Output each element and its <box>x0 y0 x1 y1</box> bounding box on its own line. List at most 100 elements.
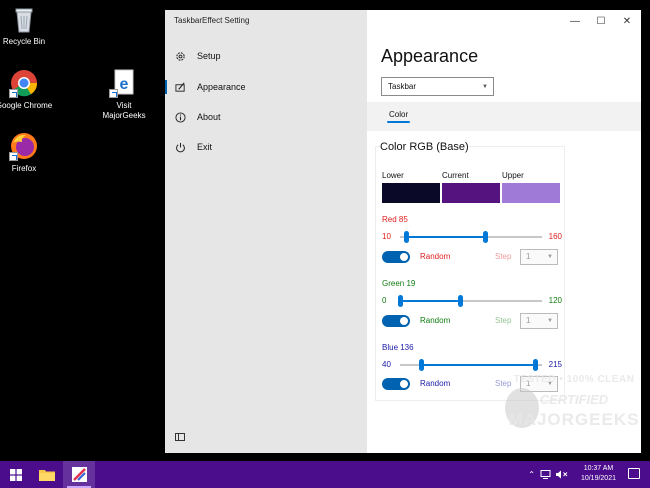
nav-item-appearance[interactable]: Appearance <box>165 75 367 99</box>
gear-icon <box>174 50 186 62</box>
windows-taskbar: ⌃ 10:37 AM 10/19/2021 <box>0 461 650 488</box>
tab-color[interactable]: Color <box>386 110 411 123</box>
step-value: 1 <box>526 252 531 261</box>
desktop-icon-label: Recycle Bin <box>2 37 46 46</box>
slider-max: 160 <box>548 232 562 241</box>
range-slider-green[interactable]: 0 120 <box>382 294 562 308</box>
page-title: Appearance <box>381 46 479 66</box>
nav-item-label: Appearance <box>197 82 246 92</box>
clock-date: 10/19/2021 <box>580 475 616 482</box>
desktop-icon-label: Firefox <box>11 164 37 173</box>
slider-max: 120 <box>548 296 562 305</box>
swatch-label-current: Current <box>442 171 469 180</box>
nav-item-label: About <box>197 112 221 122</box>
desktop-icon-label: Visit MajorGeeks <box>102 101 146 120</box>
step-value: 1 <box>526 316 531 325</box>
card-title: Color RGB (Base) <box>380 141 469 153</box>
shortcut-arrow-icon <box>9 152 18 161</box>
nav-item-exit[interactable]: Exit <box>165 135 367 159</box>
random-label: Random <box>420 316 451 325</box>
swatch-lower[interactable] <box>382 183 440 203</box>
slider-min: 40 <box>382 360 391 369</box>
slider-fill <box>405 236 486 238</box>
taskbar-file-explorer[interactable] <box>31 461 63 488</box>
chevron-down-icon: ▼ <box>547 254 553 260</box>
target-select[interactable]: Taskbar ▼ <box>381 77 494 96</box>
nav-item-label: Exit <box>197 142 213 152</box>
desktop-icon-recycle-bin[interactable]: Recycle Bin <box>0 4 54 47</box>
color-rgb-card: Color RGB (Base) Lower Current Upper Red… <box>375 141 565 401</box>
shortcut-arrow-icon <box>9 89 18 98</box>
desktop-icon-firefox[interactable]: Firefox <box>0 131 54 174</box>
channel-title: Green 19 <box>382 279 416 288</box>
slider-thumb-lower[interactable] <box>419 359 425 371</box>
network-icon[interactable] <box>540 470 551 479</box>
windows-logo-icon <box>10 468 22 481</box>
navigation-pane: TaskbarEffect Setting Setup Appearance A… <box>165 10 367 453</box>
taskbar-effect-app-icon <box>71 467 87 482</box>
channel-title: Red 85 <box>382 215 408 224</box>
swatch-current[interactable] <box>442 183 500 203</box>
desktop-icon-chrome[interactable]: Google Chrome <box>0 68 54 111</box>
app-title: TaskbarEffect Setting <box>174 16 250 25</box>
taskbar-clock[interactable]: 10:37 AM 10/19/2021 <box>581 464 616 484</box>
paint-icon <box>174 81 186 93</box>
random-toggle-red[interactable] <box>382 251 410 263</box>
slider-track <box>398 295 542 307</box>
nav-item-about[interactable]: About <box>165 105 367 129</box>
desktop-icon-majorgeeks[interactable]: e Visit MajorGeeks <box>94 68 154 121</box>
slider-min: 10 <box>382 232 391 241</box>
desktop-icon-label: Google Chrome <box>0 101 53 110</box>
step-select-green[interactable]: 1 ▼ <box>520 313 558 329</box>
slider-min: 0 <box>382 296 387 305</box>
maximize-button[interactable]: ☐ <box>591 14 611 30</box>
step-label: Step <box>495 316 512 325</box>
majorgeeks-watermark: TESTED • 100% CLEAN CERTIFIED MAJORGEEKS <box>505 368 643 452</box>
channel-title: Blue 136 <box>382 343 414 352</box>
minimize-button[interactable]: — <box>565 14 585 30</box>
clock-time: 10:37 AM <box>583 465 614 472</box>
volume-mute-icon[interactable] <box>556 470 568 479</box>
slider-thumb-lower[interactable] <box>398 295 403 307</box>
notification-icon[interactable] <box>628 468 640 479</box>
info-icon <box>174 111 186 123</box>
pane-toggle-icon[interactable] <box>175 433 185 441</box>
nav-item-label: Setup <box>197 51 221 61</box>
target-select-value: Taskbar <box>388 82 417 91</box>
svg-text:e: e <box>120 76 129 93</box>
slider-track <box>400 359 542 371</box>
folder-icon <box>39 470 55 481</box>
system-tray: ⌃ <box>528 461 568 488</box>
swatch-label-lower: Lower <box>382 171 404 180</box>
tab-bar: Color <box>367 102 641 131</box>
chevron-down-icon: ▼ <box>482 84 488 90</box>
slider-thumb-upper[interactable] <box>457 295 463 307</box>
random-label: Random <box>420 379 451 388</box>
chevron-down-icon: ▼ <box>547 318 553 324</box>
watermark-line: MAJORGEEKS <box>508 410 640 429</box>
firefox-icon <box>9 131 39 161</box>
watermark-line: CERTIFIED <box>539 392 609 407</box>
start-button[interactable] <box>0 461 32 488</box>
watermark-line: TESTED • 100% CLEAN <box>513 374 635 385</box>
close-button[interactable]: ✕ <box>617 14 637 30</box>
swatch-upper[interactable] <box>502 183 560 203</box>
slider-thumb-lower[interactable] <box>403 231 409 243</box>
chrome-icon <box>9 68 39 98</box>
slider-thumb-upper[interactable] <box>483 231 489 243</box>
slider-track <box>400 231 542 243</box>
shortcut-arrow-icon <box>109 89 118 98</box>
power-icon <box>174 141 186 153</box>
random-toggle-blue[interactable] <box>382 378 410 390</box>
edge-legacy-icon: e <box>109 68 139 98</box>
slider-fill <box>421 364 535 366</box>
taskbar-taskbar-effect[interactable] <box>63 461 95 488</box>
random-label: Random <box>420 252 451 261</box>
range-slider-red[interactable]: 10 160 <box>382 230 562 244</box>
step-select-red[interactable]: 1 ▼ <box>520 249 558 265</box>
recycle-bin-icon <box>9 4 39 34</box>
random-toggle-green[interactable] <box>382 315 410 327</box>
nav-item-setup[interactable]: Setup <box>165 44 367 68</box>
chevron-up-icon[interactable]: ⌃ <box>528 470 535 479</box>
swatch-label-upper: Upper <box>502 171 524 180</box>
